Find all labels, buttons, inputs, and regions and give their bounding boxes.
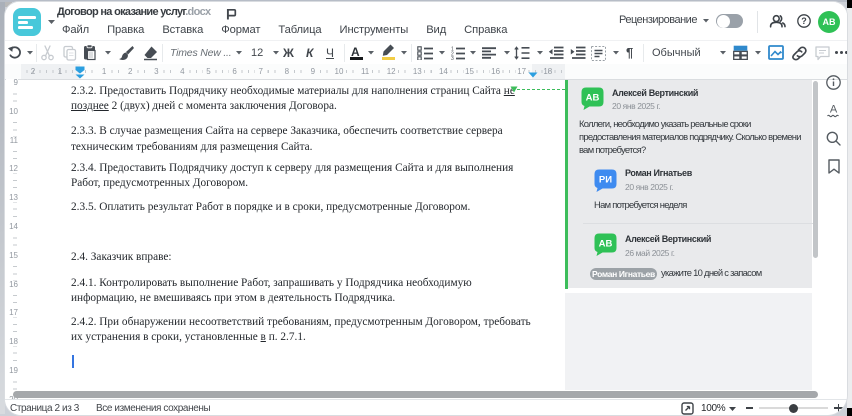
svg-text:АВ: АВ — [599, 239, 613, 250]
svg-text:АВ: АВ — [586, 93, 600, 104]
svg-text:?: ? — [801, 16, 807, 26]
svg-text:РИ: РИ — [599, 175, 612, 186]
svg-text:А: А — [829, 104, 837, 116]
svg-text:3: 3 — [451, 56, 454, 60]
